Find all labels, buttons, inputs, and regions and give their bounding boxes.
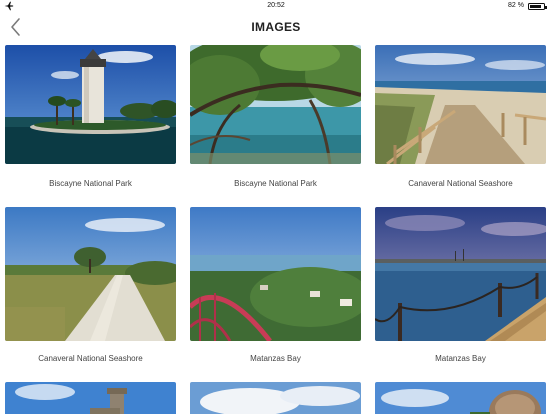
gallery-item-caption: Biscayne National Park	[49, 179, 132, 188]
battery-icon	[528, 3, 547, 10]
gallery-item-caption: Canaveral National Seashore	[408, 179, 513, 188]
bay-overlook-photo	[190, 207, 361, 341]
gallery-item-caption: Matanzas Bay	[435, 354, 486, 363]
gallery-item[interactable]	[190, 382, 361, 414]
fort-tower-photo	[5, 382, 176, 414]
navigation-bar: IMAGES	[0, 12, 552, 42]
gallery-item[interactable]: Matanzas Bay	[190, 207, 361, 363]
gallery-item[interactable]	[375, 382, 546, 414]
dirt-road-photo	[5, 207, 176, 341]
gallery-item-caption: Matanzas Bay	[250, 354, 301, 363]
harbor-chain-fence-photo	[375, 207, 546, 341]
lighthouse-photo	[5, 45, 176, 164]
gallery-item[interactable]: Biscayne National Park	[190, 45, 361, 188]
cloudy-sky-photo	[190, 382, 361, 414]
gallery-item-caption: Canaveral National Seashore	[38, 354, 143, 363]
gallery-item-caption: Biscayne National Park	[234, 179, 317, 188]
gallery-item[interactable]: Canaveral National Seashore	[5, 207, 176, 363]
gallery-item[interactable]: Matanzas Bay	[375, 207, 546, 363]
gallery-item[interactable]: Biscayne National Park	[5, 45, 176, 188]
status-bar: 20:52 82 %	[0, 0, 552, 12]
status-time: 20:52	[267, 2, 285, 9]
beach-boardwalk-photo	[375, 45, 546, 164]
gallery-item[interactable]: Canaveral National Seashore	[375, 45, 546, 188]
page-title: IMAGES	[251, 20, 301, 34]
mangrove-photo	[190, 45, 361, 164]
gallery-item[interactable]	[5, 382, 176, 414]
stone-dome-photo	[375, 382, 546, 414]
battery-percentage: 82 %	[508, 2, 524, 9]
